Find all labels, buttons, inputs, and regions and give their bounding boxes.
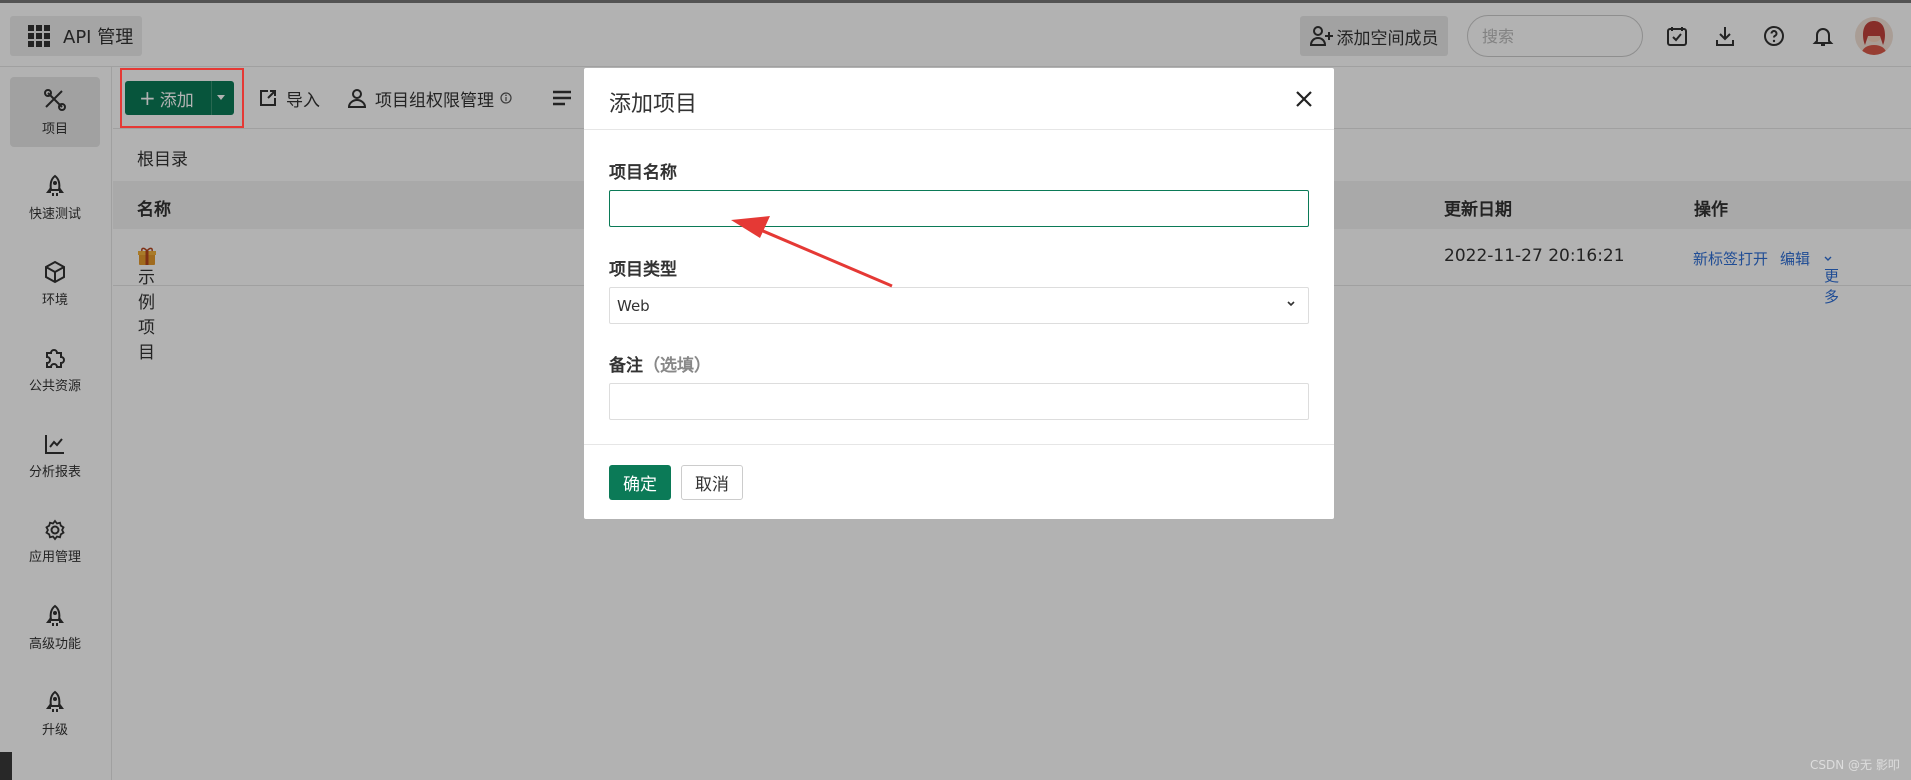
dialog-footer-divider	[584, 444, 1334, 445]
project-type-value: Web	[617, 296, 650, 315]
cancel-button[interactable]: 取消	[681, 465, 743, 500]
dialog-header: 添加项目	[584, 68, 1334, 130]
project-name-input[interactable]	[609, 190, 1309, 227]
project-type-label: 项目类型	[609, 260, 677, 280]
confirm-button[interactable]: 确定	[609, 465, 671, 500]
note-input[interactable]	[609, 383, 1309, 420]
chevron-down-icon	[1287, 301, 1295, 307]
add-project-dialog: 添加项目 项目名称 项目类型 Web 备注（选填） 确定 取消	[584, 68, 1334, 519]
project-type-select[interactable]: Web	[609, 287, 1309, 324]
project-name-label: 项目名称	[609, 163, 677, 183]
dialog-title: 添加项目	[609, 92, 698, 117]
note-label: 备注（选填）	[609, 351, 711, 376]
note-label-text: 备注	[609, 356, 643, 376]
note-optional-hint: （选填）	[643, 356, 711, 376]
watermark: CSDN @无 影叩	[1810, 758, 1900, 772]
close-icon[interactable]	[1289, 84, 1319, 114]
annotation-highlight-box	[120, 68, 244, 128]
